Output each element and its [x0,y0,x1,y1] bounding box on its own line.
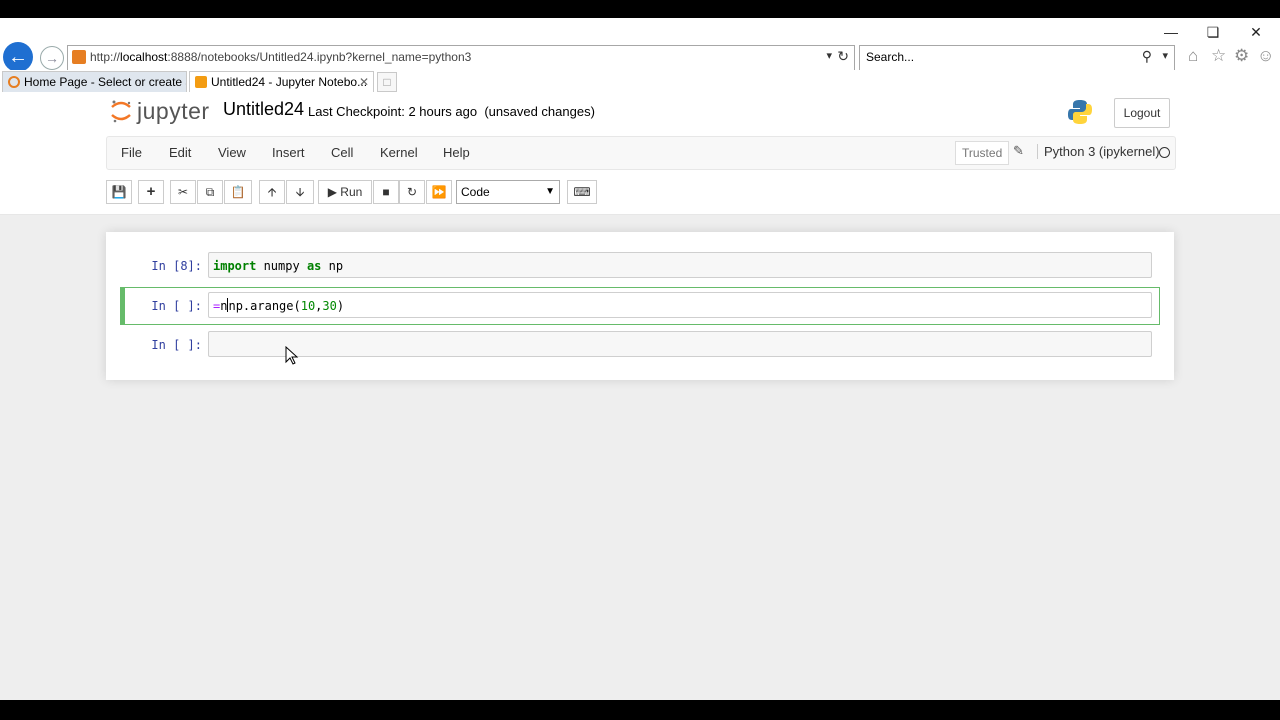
favorites-star-icon[interactable]: ☆ [1211,46,1226,66]
minimize-icon[interactable]: — [1158,22,1184,42]
mouse-pointer-icon [285,346,299,365]
tab-untitled24[interactable]: Untitled24 - Jupyter Notebo... ✕ [189,71,374,93]
insert-cell-plus-icon[interactable]: + [138,180,164,204]
unsaved-changes: (unsaved changes) [484,104,595,119]
menu-bar: File Edit View Insert Cell Kernel Help T… [0,134,1280,174]
code-keyword: as [306,259,322,273]
settings-gear-icon[interactable]: ⚙ [1234,46,1249,66]
menu-edit[interactable]: Edit [169,145,191,160]
copy-icon[interactable]: ⧉ [197,180,223,204]
checkpoint-status: Last Checkpoint: 2 hours ago (unsaved ch… [308,104,595,119]
address-url: http://localhost:8888/notebooks/Untitled… [90,50,472,64]
logout-button[interactable]: Logout [1114,98,1170,128]
run-button[interactable]: ▶ Run [318,180,372,204]
tab-strip: Home Page - Select or create a... Untitl… [0,70,1280,93]
jupyter-favicon-icon [8,76,20,88]
cell-prompt: In [ ]: [151,338,202,352]
cell-input-1[interactable]: import numpy as np [208,252,1152,278]
code-cell-1[interactable]: In [8]: import numpy as np [120,252,1158,282]
address-dropdown-icon[interactable]: ▾ [826,49,832,62]
tab-label: Home Page - Select or create a... [24,75,187,89]
menu-cell[interactable]: Cell [331,145,353,160]
search-dropdown-icon[interactable]: ▾ [1162,49,1168,62]
code-text: ) [336,299,345,313]
notebook-name[interactable]: Untitled24 [223,99,304,120]
trusted-badge[interactable]: Trusted [955,141,1010,165]
menu-insert[interactable]: Insert [272,145,305,160]
code-number: 30 [322,299,337,313]
menu-kernel[interactable]: Kernel [380,145,418,160]
search-icon[interactable]: ⚲ [1142,48,1152,65]
search-placeholder: Search... [866,50,915,64]
forward-arrow-icon[interactable]: → [40,46,64,70]
code-cell-3[interactable]: In [ ]: [120,331,1158,361]
move-up-arrow-icon[interactable]: 🡩 [259,180,285,204]
notebook-favicon-icon [195,76,207,88]
notebook-header: jupyter Untitled24 Last Checkpoint: 2 ho… [0,92,1280,135]
page-favicon-icon [72,50,86,64]
refresh-icon[interactable]: ↻ [837,48,849,65]
tab-label: Untitled24 - Jupyter Notebo... [211,75,368,89]
run-label: Run [340,185,363,199]
code-text: np [321,259,344,273]
menu-container: File Edit View Insert Cell Kernel Help T… [106,136,1176,170]
save-icon[interactable]: 💾 [106,180,132,204]
new-tab-icon[interactable]: □ [377,72,397,92]
code-number: 10 [300,299,316,313]
close-tab-icon[interactable]: ✕ [359,72,369,92]
cut-scissors-icon[interactable]: ✂ [170,180,196,204]
restore-icon[interactable]: ❏ [1200,22,1226,42]
code-keyword: import [213,259,257,273]
restart-kernel-icon[interactable]: ↻ [399,180,425,204]
address-bar[interactable]: http://localhost:8888/notebooks/Untitled… [67,45,855,71]
move-down-arrow-icon[interactable]: 🡫 [286,180,314,204]
menu-help[interactable]: Help [443,145,470,160]
jupyter-page: jupyter Untitled24 Last Checkpoint: 2 ho… [0,92,1280,700]
stop-square-icon[interactable]: ■ [373,180,399,204]
search-box[interactable]: Search... ⚲ ▾ [859,45,1175,71]
edit-pencil-icon[interactable]: ✎ [1013,143,1024,159]
back-arrow-icon[interactable]: ← [3,42,33,72]
cell-input-2[interactable]: =nnp.arange(10,30) [208,292,1152,318]
close-window-icon[interactable]: ✕ [1243,22,1269,42]
keyboard-shortcuts-icon[interactable]: ⌨ [567,180,597,204]
restart-run-all-icon[interactable]: ⏩ [426,180,452,204]
code-cell-2-selected[interactable]: In [ ]: =nnp.arange(10,30) [120,287,1160,325]
tab-home-page[interactable]: Home Page - Select or create a... [2,71,187,93]
python-logo-icon [1068,100,1092,124]
code-text: numpy [256,259,307,273]
logo-text: jupyter [137,98,210,124]
menu-view[interactable]: View [218,145,246,160]
cell-prompt: In [ ]: [151,299,202,313]
code-text: np.arange( [228,299,301,313]
checkpoint-text: Last Checkpoint: 2 hours ago [308,104,478,119]
smiley-feedback-icon[interactable]: ☺ [1257,46,1274,66]
browser-window: — ❏ ✕ ← → http://localhost:8888/notebook… [0,18,1280,700]
jupyter-logo-icon [111,100,131,123]
play-icon: ▶ [327,185,337,199]
code-text: n [220,299,228,313]
paste-icon[interactable]: 📋 [224,180,252,204]
chevron-down-icon: ▼ [545,186,555,197]
kernel-idle-indicator-icon [1159,147,1170,158]
cell-type-select[interactable]: Code ▼ [456,180,560,204]
home-icon[interactable]: ⌂ [1188,46,1198,66]
notebook-container: In [8]: import numpy as np In [ ]: =nnp.… [106,232,1174,380]
bottom-black-bar [0,700,1280,720]
menu-file[interactable]: File [121,145,142,160]
notebook-toolbar: 💾 + ✂ ⧉ 📋 🡩 🡫 ▶ Run ■ ↻ ⏩ Code ▼ ⌨ [0,174,1280,215]
cell-type-value: Code [461,185,490,199]
kernel-name[interactable]: Python 3 (ipykernel) [1037,144,1160,159]
cell-input-3[interactable] [208,331,1152,357]
cell-prompt: In [8]: [151,259,202,273]
